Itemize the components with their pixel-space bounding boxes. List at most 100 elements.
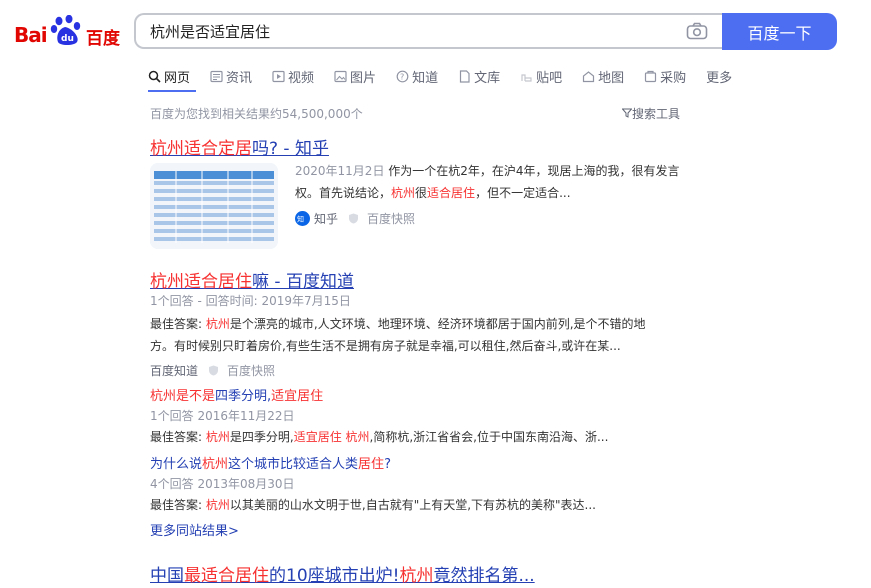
news-icon [210, 70, 223, 82]
tab-news[interactable]: 资讯 [210, 66, 252, 86]
abstract-text: 是四季分明, [229, 430, 294, 444]
source-name[interactable]: 知乎 [314, 210, 338, 227]
sub-result-meta: 4个回答 2013年08月30日 [150, 477, 295, 491]
abstract-line: 作为一个在杭2年，在沪4年，现居上海的我，很有发言 [388, 164, 680, 178]
abstract-label: 最佳答案: [150, 430, 206, 444]
sub-text: 为什么说 [150, 457, 203, 472]
search-tools-button[interactable]: 搜索工具 [621, 105, 681, 122]
abstract-text: 很 [415, 186, 428, 200]
tab-label: 地图 [598, 70, 625, 86]
tab-label: 资讯 [226, 70, 253, 86]
search-tabs: 网页 资讯 视频 图片 ? 知道 文库 贴吧 地图 采购 更多 [148, 64, 752, 88]
svg-text:?: ? [400, 72, 404, 81]
tab-label: 更多 [706, 70, 733, 86]
sub-result-meta: 1个回答 2016年11月22日 [150, 409, 295, 423]
snapshot-link[interactable]: 百度快照 [367, 210, 415, 227]
result-thumbnail[interactable] [150, 163, 278, 249]
title-highlight: 杭州适合定居 [150, 139, 252, 159]
result-abstract: 2020年11月2日 作为一个在杭2年，在沪4年，现居上海的我，很有发言 权。首… [295, 160, 715, 204]
svg-text:知: 知 [297, 215, 304, 224]
camera-icon[interactable] [686, 22, 708, 40]
abstract-text: 权。首先说结论， [295, 186, 392, 200]
result-source-row: 百度知道 百度快照 [150, 362, 275, 379]
sub-text: 这个城市比较适合人类 [228, 457, 359, 472]
abstract-text: ,简称杭,浙江省省会,位于中国东南沿海、浙... [369, 430, 609, 444]
sub-result-link[interactable]: 为什么说杭州这个城市比较适合人类居住? [150, 453, 391, 472]
result-count: 百度为您找到相关结果约54,500,000个 [150, 107, 363, 121]
sub-result-abstract: 最佳答案: 杭州以其美丽的山水文明于世,自古就有"上有天堂,下有苏杭的美称"表达… [150, 494, 596, 516]
sub-text: 四季分明, [215, 389, 272, 404]
map-icon [583, 70, 595, 82]
paw-logo-icon: du [50, 15, 81, 45]
abstract-text: 是个漂亮的城市,人文环境、地理环境、经济环境都居于国内前列,是个不错的地 [229, 317, 646, 331]
abstract-highlight: 适合居住 [427, 186, 476, 200]
title-text: 吗? - 知乎 [252, 139, 329, 159]
tab-video[interactable]: 视频 [272, 66, 314, 86]
shield-icon [349, 213, 359, 224]
logo-text-left: Bai [14, 23, 48, 47]
abstract-label: 最佳答案: [150, 317, 206, 331]
logo-text-right: 百度 [86, 29, 120, 49]
result-date: 2020年11月2日 [295, 164, 385, 178]
search-box[interactable] [134, 13, 722, 49]
result-source-row: 知 知乎 百度快照 [295, 210, 415, 227]
abstract-highlight: 杭州 [205, 317, 230, 331]
sub-highlight: 是不是 [176, 389, 216, 404]
tab-images[interactable]: 图片 [334, 66, 376, 86]
sub-result-abstract: 最佳答案: 杭州是四季分明,适宜居住 杭州,简称杭,浙江省省会,位于中国东南沿海… [150, 426, 608, 448]
sub-result-link[interactable]: 杭州是不是四季分明,适宜居住 [150, 385, 323, 404]
abstract-highlight: 杭州 [205, 498, 230, 512]
tab-label: 网页 [164, 70, 191, 86]
more-site-results-link[interactable]: 更多同站结果> [150, 520, 239, 539]
title-text: 嘛 - 百度知道 [252, 272, 354, 292]
tab-zhidao[interactable]: ? 知道 [396, 66, 438, 86]
source-name[interactable]: 百度知道 [150, 362, 198, 379]
sub-highlight: 居住 [358, 457, 385, 472]
title-text: 竟然排名第... [433, 566, 535, 586]
logo-paw-text: du [61, 34, 74, 44]
tab-more[interactable]: 更多 [706, 66, 732, 86]
abstract-label: 最佳答案: [150, 498, 206, 512]
search-tools-label: 搜索工具 [632, 107, 681, 121]
abstract-text: ，但不一定适合... [475, 186, 571, 200]
title-highlight: 杭州 [399, 566, 434, 586]
snapshot-link[interactable]: 百度快照 [227, 362, 275, 379]
sub-text: ? [384, 457, 391, 472]
abstract-highlight: 杭州 [205, 430, 230, 444]
active-tab-indicator [148, 90, 196, 92]
tab-label: 贴吧 [536, 70, 563, 86]
tab-label: 文库 [474, 70, 501, 86]
purchase-icon [645, 70, 657, 82]
abstract-text: 方。有时候别只盯着房价,有些生活不是拥有房子就是幸福,可以租住,然后奋斗,或许在… [150, 339, 621, 353]
tab-map[interactable]: 地图 [582, 66, 624, 86]
abstract-highlight: 适宜居住 杭州 [293, 430, 370, 444]
title-highlight: 杭州适合居住 [150, 272, 252, 292]
search-input[interactable] [150, 15, 670, 47]
result-meta: 1个回答 - 回答时间: 2019年7月15日 [150, 294, 351, 308]
tieba-icon [521, 73, 532, 82]
video-icon [272, 70, 285, 82]
sub-highlight: 适宜居住 [271, 389, 324, 404]
tab-label: 视频 [288, 70, 315, 86]
baidu-logo[interactable]: Bai du 百度 [14, 15, 120, 49]
search-button[interactable]: 百度一下 [722, 13, 837, 50]
tab-tieba[interactable]: 贴吧 [520, 66, 562, 86]
sub-highlight: 杭州 [150, 389, 177, 404]
title-highlight: 最适合居住 [184, 566, 269, 586]
title-text: 中国 [150, 566, 184, 586]
abstract-highlight: 杭州 [391, 186, 416, 200]
result-title[interactable]: 杭州适合居住嘛 - 百度知道 [150, 267, 354, 292]
tab-purchase[interactable]: 采购 [644, 66, 686, 86]
result-abstract: 最佳答案: 杭州是个漂亮的城市,人文环境、地理环境、经济环境都居于国内前列,是个… [150, 313, 710, 357]
question-icon: ? [396, 70, 409, 82]
image-icon [334, 70, 347, 82]
tab-web[interactable]: 网页 [148, 66, 190, 86]
result-title[interactable]: 中国最适合居住的10座城市出炉!杭州竟然排名第... [150, 561, 535, 586]
result-title[interactable]: 杭州适合定居吗? - 知乎 [150, 134, 329, 159]
tab-label: 采购 [660, 70, 687, 86]
tab-wenku[interactable]: 文库 [458, 66, 500, 86]
tab-label: 图片 [350, 70, 377, 86]
filter-icon [621, 108, 633, 118]
sub-highlight: 杭州 [202, 457, 229, 472]
tab-label: 知道 [412, 70, 439, 86]
